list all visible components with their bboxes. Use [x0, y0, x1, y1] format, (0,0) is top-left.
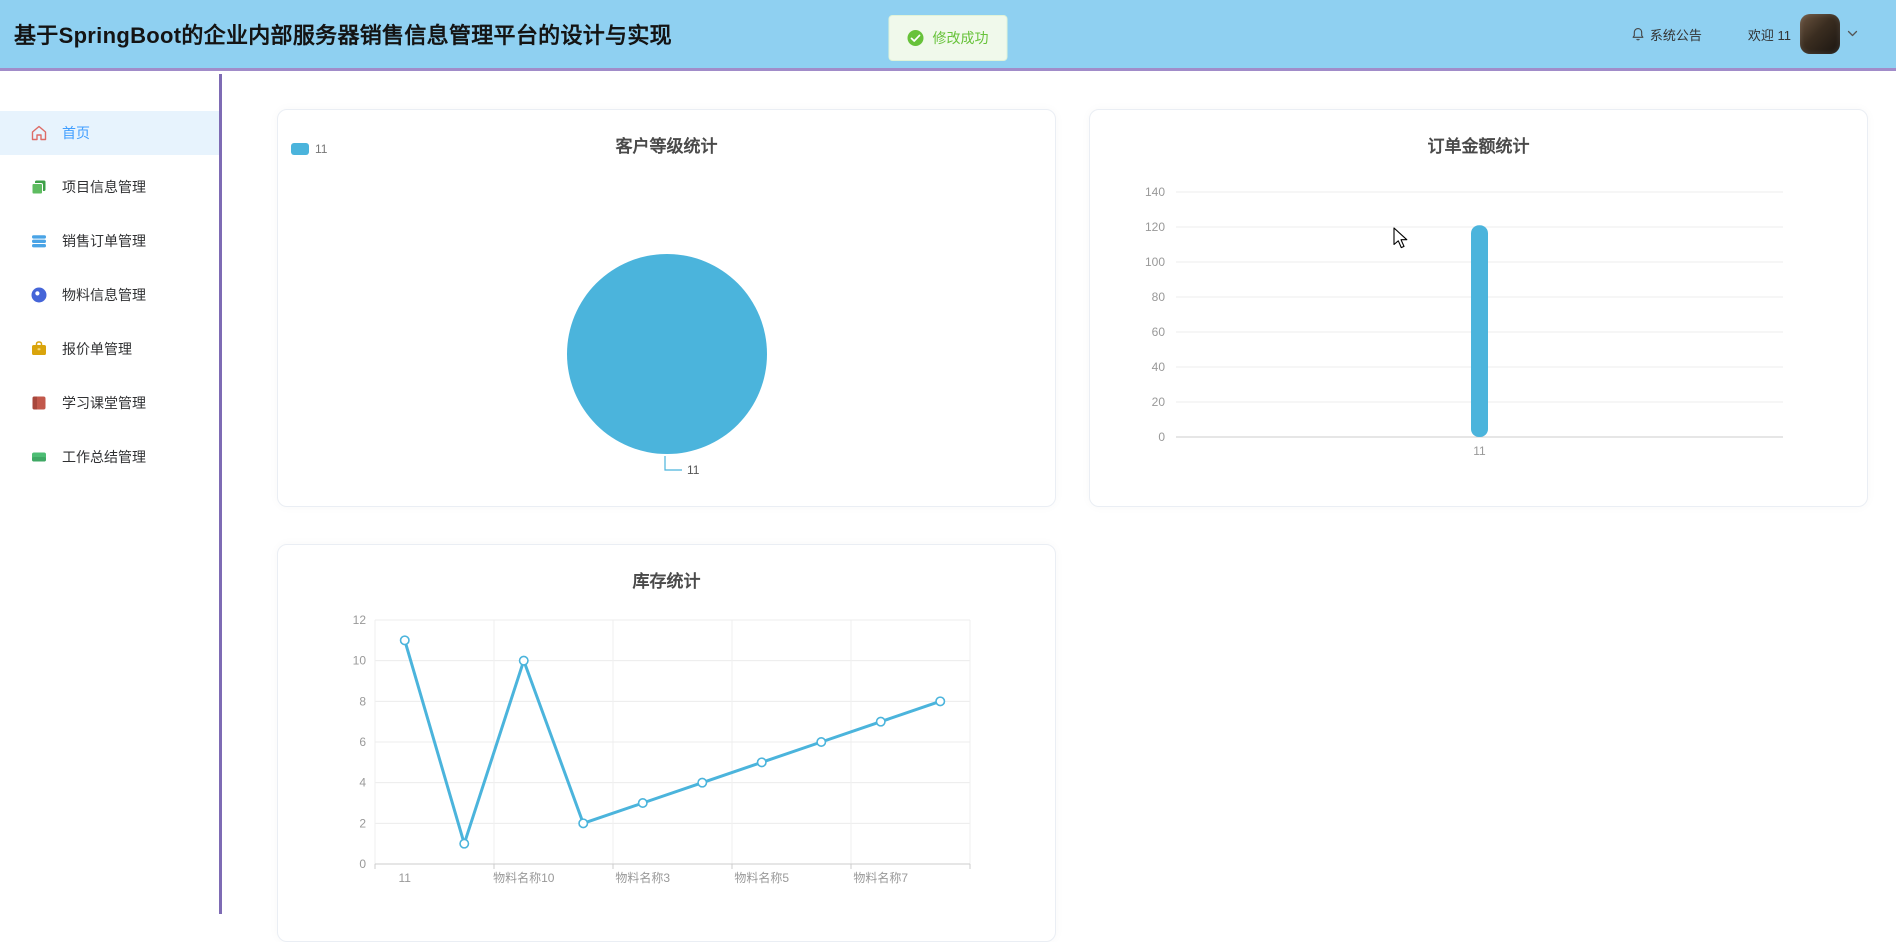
project-info-icon	[30, 178, 48, 196]
success-toast: 修改成功	[889, 15, 1008, 61]
top-header: 基于SpringBoot的企业内部服务器销售信息管理平台的设计与实现 修改成功 …	[0, 0, 1896, 71]
svg-text:6: 6	[359, 735, 366, 749]
svg-text:80: 80	[1152, 290, 1166, 304]
chevron-down-icon[interactable]	[1847, 30, 1858, 38]
svg-text:物料名称3: 物料名称3	[615, 870, 670, 885]
sidebar-item-label: 物料信息管理	[62, 285, 146, 305]
sidebar-item-label: 首页	[62, 123, 90, 143]
inventory-line-chart: 0 2 4 6 8 10 12 11 物料名称10 物料名称3 物料名称5 物料名称7	[278, 545, 1056, 942]
svg-text:物料名称10: 物料名称10	[493, 870, 555, 885]
sidebar-item-home[interactable]: 首页	[0, 111, 219, 155]
svg-text:11: 11	[399, 871, 412, 885]
material-info-icon	[30, 286, 48, 304]
mouse-cursor	[1393, 227, 1409, 249]
svg-text:0: 0	[1158, 430, 1165, 444]
sidebar-item-project-info[interactable]: 项目信息管理	[0, 165, 219, 209]
svg-text:140: 140	[1145, 185, 1165, 199]
header-right-group: 系统公告 欢迎 11	[1631, 14, 1858, 54]
svg-text:8: 8	[359, 694, 366, 708]
svg-text:40: 40	[1152, 360, 1166, 374]
toast-message: 修改成功	[933, 28, 989, 48]
bell-icon	[1631, 27, 1645, 42]
customer-level-pie-chart: 11	[278, 110, 1056, 507]
sidebar-item-classroom[interactable]: 学习课堂管理	[0, 381, 219, 425]
svg-text:60: 60	[1152, 325, 1166, 339]
svg-text:物料名称5: 物料名称5	[734, 870, 789, 885]
home-icon	[30, 124, 48, 142]
system-announcement-button[interactable]: 系统公告	[1631, 25, 1702, 44]
svg-text:120: 120	[1145, 220, 1165, 234]
svg-text:11: 11	[1473, 444, 1486, 458]
svg-text:10: 10	[353, 654, 367, 668]
sidebar-item-work-summary[interactable]: 工作总结管理	[0, 435, 219, 479]
page-title: 基于SpringBoot的企业内部服务器销售信息管理平台的设计与实现	[14, 18, 672, 50]
svg-text:4: 4	[359, 776, 366, 790]
svg-text:物料名称7: 物料名称7	[853, 870, 908, 885]
order-amount-bar-chart: 0 20 40 60 80 100 120 140 11	[1090, 110, 1868, 507]
svg-text:2: 2	[359, 816, 366, 830]
user-avatar[interactable]	[1800, 14, 1840, 54]
check-circle-icon	[908, 30, 924, 46]
order-amount-chart-card: 订单金额统计 02040608010012014011	[1089, 109, 1868, 507]
sidebar-item-label: 项目信息管理	[62, 177, 146, 197]
sidebar-item-label: 工作总结管理	[62, 447, 146, 467]
svg-text:11: 11	[687, 463, 700, 477]
quotation-icon	[30, 340, 48, 358]
customer-level-chart-card: 11 客户等级统计 11	[277, 109, 1056, 507]
svg-text:20: 20	[1152, 395, 1166, 409]
sidebar-item-label: 报价单管理	[62, 339, 132, 359]
svg-text:12: 12	[353, 613, 367, 627]
sidebar-item-label: 学习课堂管理	[62, 393, 146, 413]
inventory-chart-card: 库存统计 02468101211物料名称10物料名称3物料名称5物料名称7	[277, 544, 1056, 942]
work-summary-icon	[30, 448, 48, 466]
announcement-label: 系统公告	[1650, 25, 1702, 44]
svg-text:100: 100	[1145, 255, 1165, 269]
sidebar-item-material-info[interactable]: 物料信息管理	[0, 273, 219, 317]
welcome-text: 欢迎 11	[1748, 25, 1791, 44]
sidebar-nav: 首页 项目信息管理 销售订单管理 物料信息管理 报价单管理 学习课堂管理 工作总…	[0, 74, 222, 914]
sidebar-item-label: 销售订单管理	[62, 231, 146, 251]
classroom-icon	[30, 394, 48, 412]
svg-text:0: 0	[359, 857, 366, 871]
sidebar-item-quotation[interactable]: 报价单管理	[0, 327, 219, 371]
sales-order-icon	[30, 232, 48, 250]
sidebar-item-sales-order[interactable]: 销售订单管理	[0, 219, 219, 263]
main-content: 11 客户等级统计 11 订单金额统计 02040608010012014011…	[225, 74, 1896, 914]
